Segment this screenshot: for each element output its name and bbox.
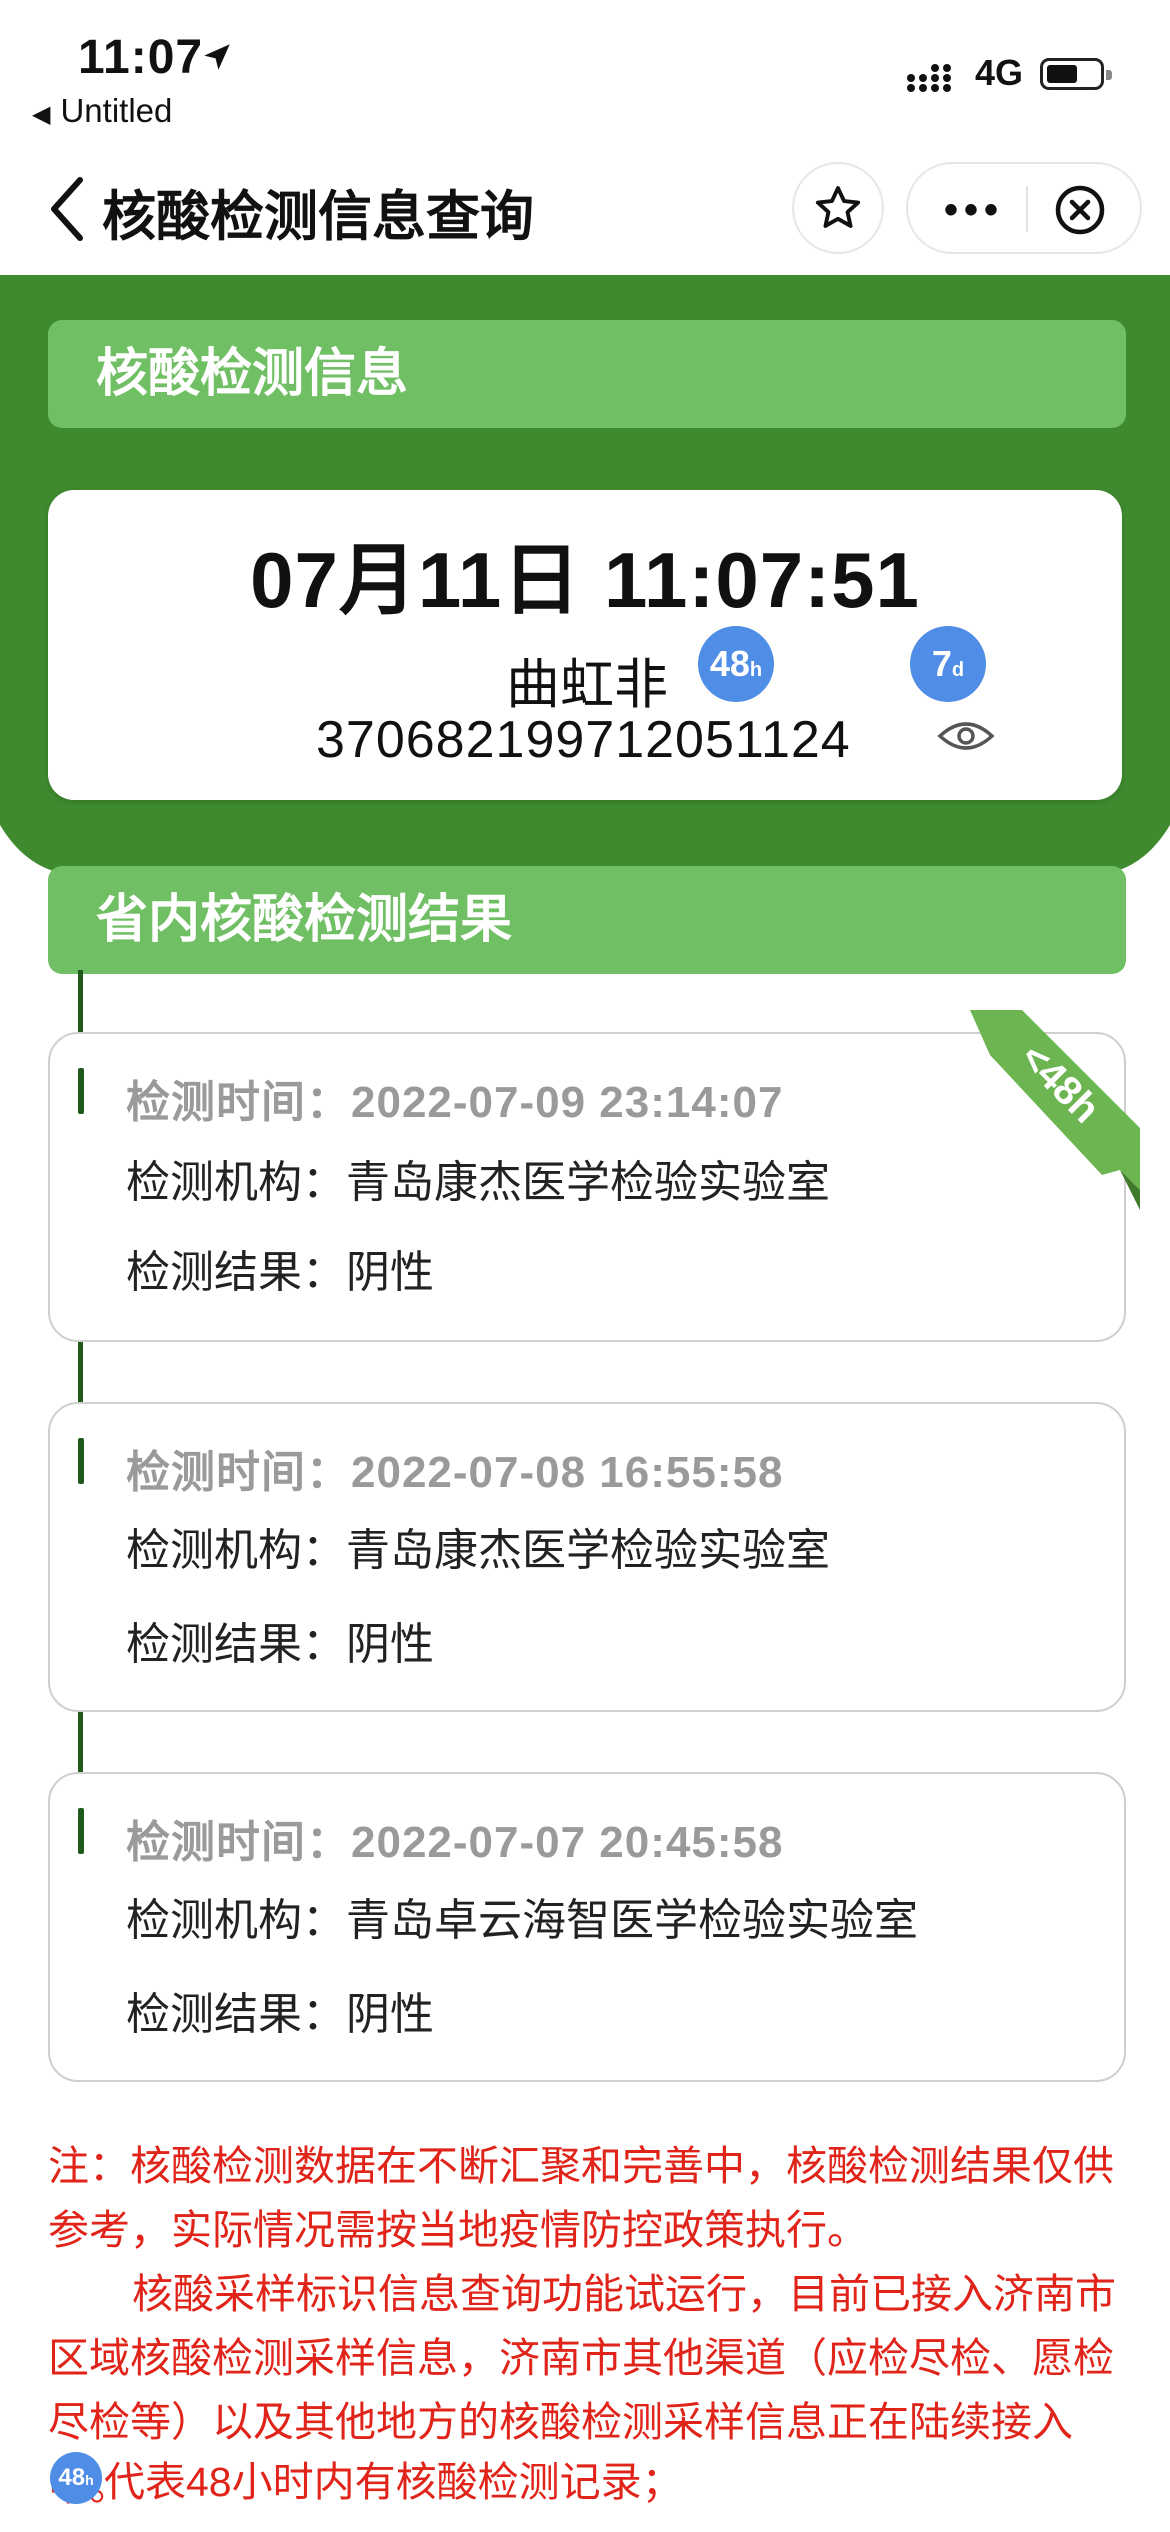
test-org-row: 检测机构：青岛康杰医学检验实验室 bbox=[126, 1526, 830, 1575]
back-triangle-icon: ◀ bbox=[32, 101, 51, 128]
badge-48h: 48h bbox=[698, 626, 774, 702]
test-result-row: 检测结果：阴性 bbox=[126, 1248, 434, 1297]
battery-icon bbox=[1040, 58, 1112, 90]
page-title: 核酸检测信息查询 bbox=[102, 187, 534, 247]
eye-icon[interactable] bbox=[936, 716, 996, 756]
status-time: 11:07 bbox=[78, 31, 204, 84]
back-app-label: Untitled bbox=[60, 92, 173, 129]
within-48h-ribbon: <48h bbox=[970, 1010, 1140, 1210]
mini-program-capsule: ••• bbox=[906, 162, 1142, 254]
more-icon[interactable]: ••• bbox=[944, 188, 1004, 233]
favorite-button[interactable] bbox=[792, 162, 884, 254]
id-number: 370682199712051124 bbox=[316, 711, 851, 769]
location-arrow-icon bbox=[204, 44, 230, 70]
legend: 48h 代表48小时内有核酸检测记录； bbox=[50, 2448, 683, 2508]
test-time-row: 检测时间：2022-07-08 16:55:58 bbox=[126, 1448, 784, 1497]
disclaimer-note: 注：核酸检测数据在不断汇聚和完善中，核酸检测结果仅供参考，实际情况需按当地疫情防… bbox=[48, 2143, 1114, 2253]
test-time-row: 检测时间：2022-07-09 23:14:07 bbox=[126, 1078, 784, 1127]
back-chevron-icon[interactable] bbox=[44, 174, 94, 244]
network-type: 4G bbox=[975, 52, 1024, 93]
close-icon[interactable] bbox=[1054, 184, 1106, 236]
back-to-app-button[interactable]: ◀ Untitled bbox=[32, 92, 172, 130]
result-card[interactable]: 检测时间：2022-07-08 16:55:58 检测机构：青岛康杰医学检验实验… bbox=[48, 1402, 1126, 1712]
result-card[interactable]: 检测时间：2022-07-07 20:45:58 检测机构：青岛卓云海智医学检验… bbox=[48, 1772, 1126, 2082]
test-org-row: 检测机构：青岛卓云海智医学检验实验室 bbox=[126, 1896, 918, 1945]
test-time-row: 检测时间：2022-07-07 20:45:58 bbox=[126, 1818, 784, 1867]
badge-7d: 7d bbox=[910, 626, 986, 702]
timeline-tick bbox=[78, 1808, 84, 1854]
signal-icon bbox=[907, 64, 951, 92]
timeline-tick bbox=[78, 1068, 84, 1114]
legend-text: 代表48小时内有核酸检测记录； bbox=[104, 2459, 683, 2505]
current-datetime: 07月11日 11:07:51 bbox=[250, 536, 920, 624]
info-section-title: 核酸检测信息 bbox=[48, 320, 1126, 428]
page: 11:07 ◀ Untitled 4G 核酸检测信息查询 ••• 核酸检测信息 … bbox=[0, 0, 1170, 2532]
person-name: 曲虹非 bbox=[506, 655, 668, 715]
info-card: 07月11日 11:07:51 曲虹非 48h 7d 3706821997120… bbox=[48, 490, 1122, 800]
test-result-row: 检测结果：阴性 bbox=[126, 1620, 434, 1669]
star-icon bbox=[815, 186, 861, 228]
nav-bar: 核酸检测信息查询 ••• bbox=[0, 140, 1170, 275]
status-bar: 11:07 ◀ Untitled 4G bbox=[0, 0, 1170, 140]
legend-48h-badge: 48h bbox=[50, 2452, 102, 2504]
timeline-tick bbox=[78, 1438, 84, 1484]
test-org-row: 检测机构：青岛康杰医学检验实验室 bbox=[126, 1158, 830, 1207]
result-card[interactable]: 检测时间：2022-07-09 23:14:07 检测机构：青岛康杰医学检验实验… bbox=[48, 1032, 1126, 1342]
results-section-title: 省内核酸检测结果 bbox=[48, 866, 1126, 974]
test-result-row: 检测结果：阴性 bbox=[126, 1990, 434, 2039]
